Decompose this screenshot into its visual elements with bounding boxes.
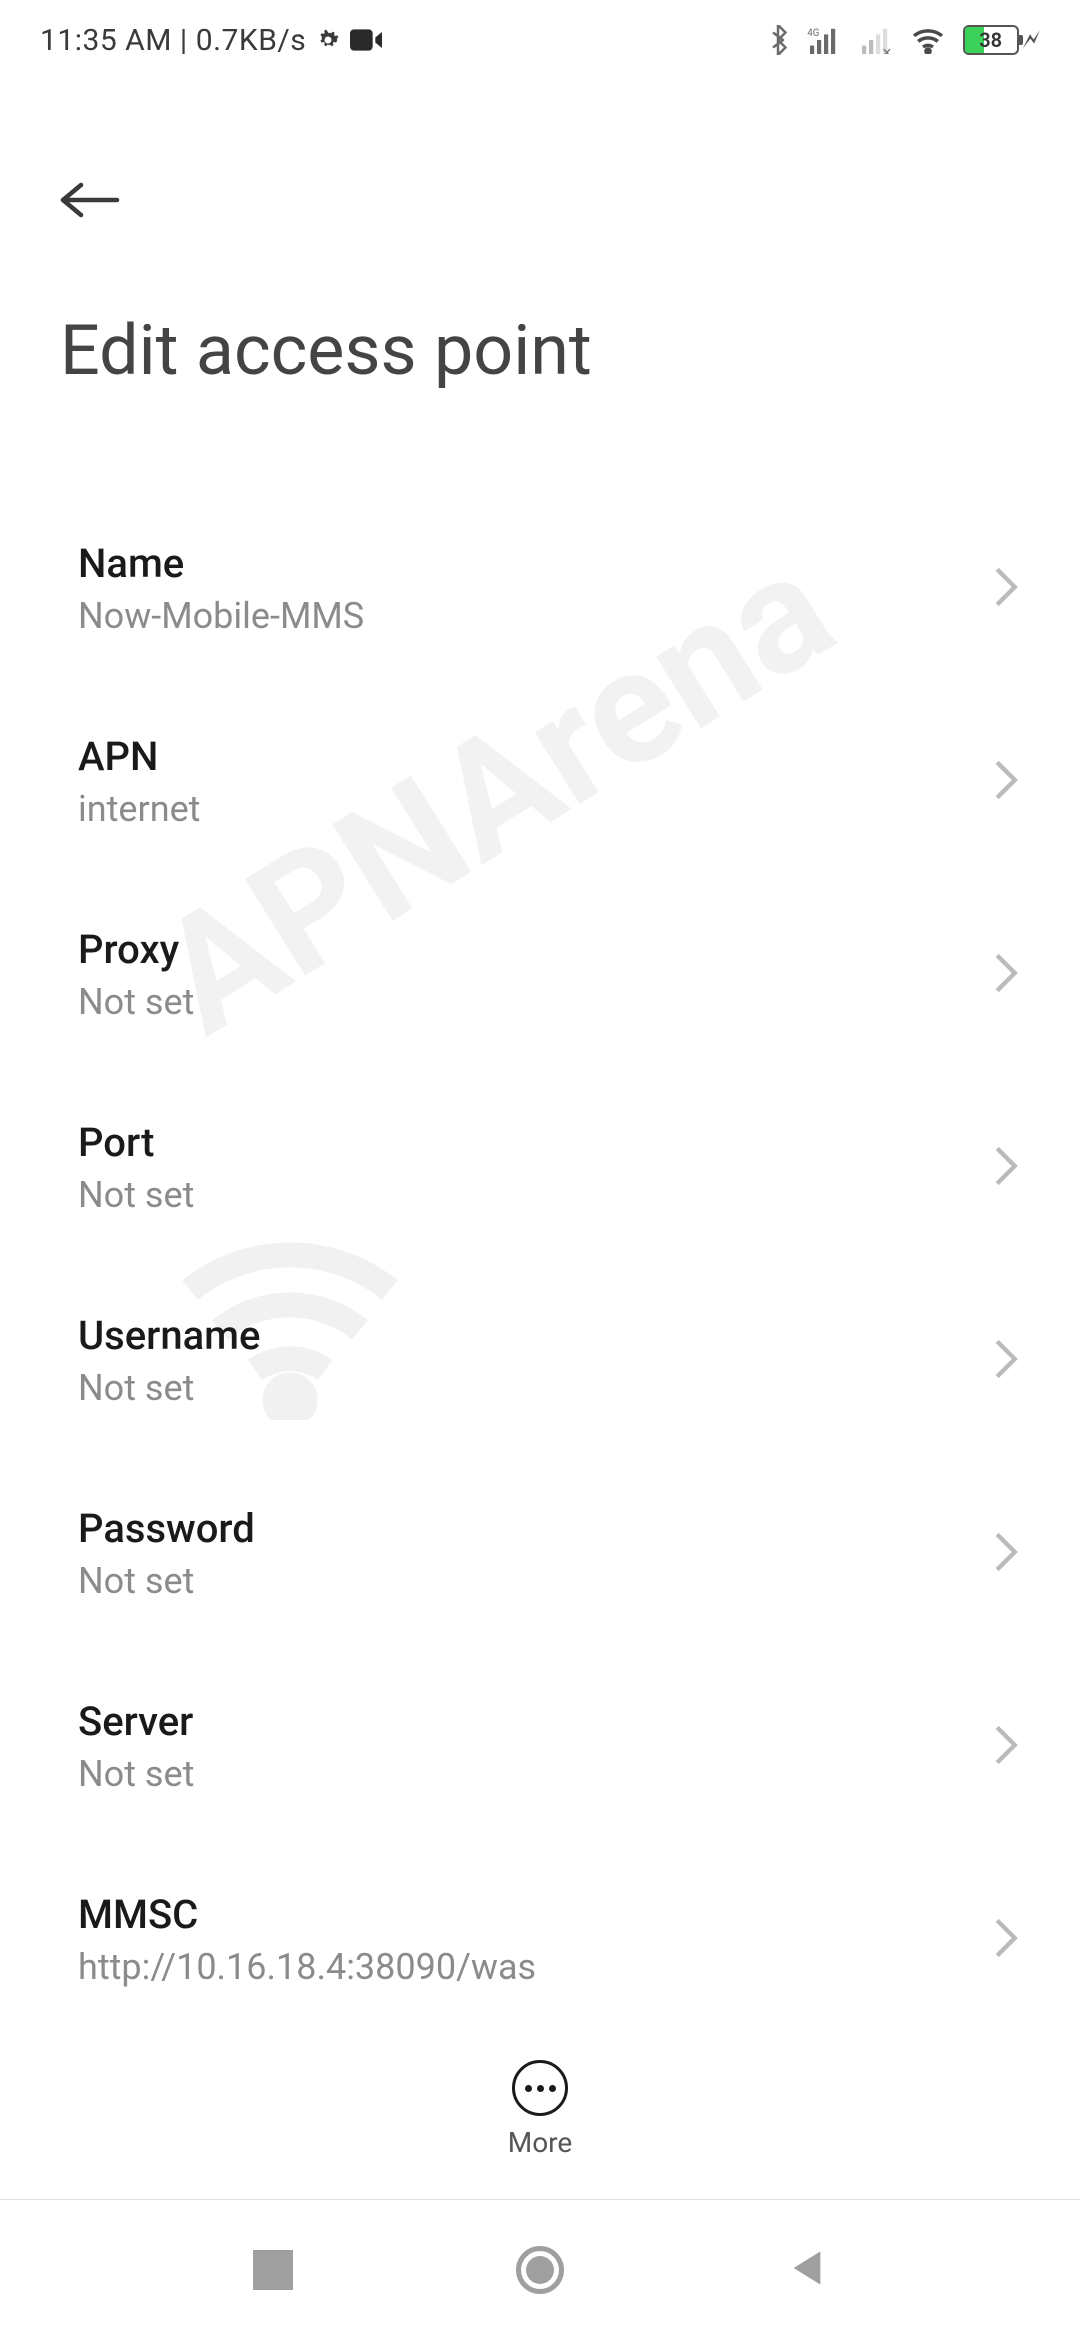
setting-label: MMSC [78,1891,536,1938]
setting-value: Not set [78,1367,260,1409]
chevron-right-icon [992,1337,1020,1385]
setting-value: internet [78,788,200,830]
setting-item-password[interactable]: Password Not set [0,1457,1080,1650]
chevron-right-icon [992,1144,1020,1192]
nav-home-button[interactable] [510,2240,570,2300]
chevron-right-icon [992,1723,1020,1771]
signal-primary-group: 4G [807,26,841,54]
status-bar: 11:35 AM | 0.7KB/s 4G ✕ 38 � [0,0,1080,80]
status-left: 11:35 AM | 0.7KB/s [40,23,382,58]
charging-icon: 🗲 [1023,25,1040,56]
status-time: 11:35 AM [40,23,172,58]
bluetooth-icon [767,25,789,55]
page-title: Edit access point [0,250,1080,432]
setting-value: Now-Mobile-MMS [78,595,364,637]
setting-item-name[interactable]: Name Now-Mobile-MMS [0,492,1080,685]
battery-indicator: 38 🗲 [963,25,1040,56]
camera-icon [350,28,382,52]
nav-recent-button[interactable] [243,2240,303,2300]
settings-list: Name Now-Mobile-MMS APN internet Proxy N… [0,432,1080,2042]
more-bar: More [0,2020,1080,2200]
setting-value: http://10.16.18.4:38090/was [78,1946,536,1988]
setting-item-username[interactable]: Username Not set [0,1264,1080,1457]
setting-value: Not set [78,1753,194,1795]
wifi-icon [911,26,945,54]
setting-value: Not set [78,1560,255,1602]
chevron-right-icon [992,1916,1020,1964]
chevron-right-icon [992,565,1020,613]
battery-percent: 38 [965,28,1017,52]
app-bar [0,80,1080,250]
setting-value: Not set [78,1174,194,1216]
setting-item-port[interactable]: Port Not set [0,1071,1080,1264]
more-label: More [508,2126,573,2159]
setting-label: Name [78,540,364,587]
setting-value: Not set [78,981,194,1023]
nav-bar [0,2200,1080,2340]
setting-item-mmsc[interactable]: MMSC http://10.16.18.4:38090/was [0,1843,1080,2036]
nav-back-button[interactable] [777,2240,837,2300]
back-button[interactable] [60,170,140,230]
chevron-right-icon [992,758,1020,806]
setting-label: Password [78,1505,255,1552]
chevron-right-icon [992,1530,1020,1578]
status-speed: 0.7KB/s [196,23,307,58]
chevron-right-icon [992,951,1020,999]
network-label: 4G [807,28,819,39]
setting-label: Port [78,1119,194,1166]
svg-text:✕: ✕ [881,46,892,54]
setting-item-apn[interactable]: APN internet [0,685,1080,878]
setting-item-server[interactable]: Server Not set [0,1650,1080,1843]
setting-label: Proxy [78,926,194,973]
gear-icon [314,26,342,54]
status-separator: | [180,23,188,58]
signal-secondary-icon: ✕ [859,26,893,54]
signal-primary-icon: 4G [807,26,841,54]
setting-label: Username [78,1312,260,1359]
setting-label: Server [78,1698,194,1745]
setting-item-proxy[interactable]: Proxy Not set [0,878,1080,1071]
status-right: 4G ✕ 38 🗲 [767,25,1040,56]
setting-label: APN [78,733,200,780]
more-button[interactable] [512,2060,568,2116]
